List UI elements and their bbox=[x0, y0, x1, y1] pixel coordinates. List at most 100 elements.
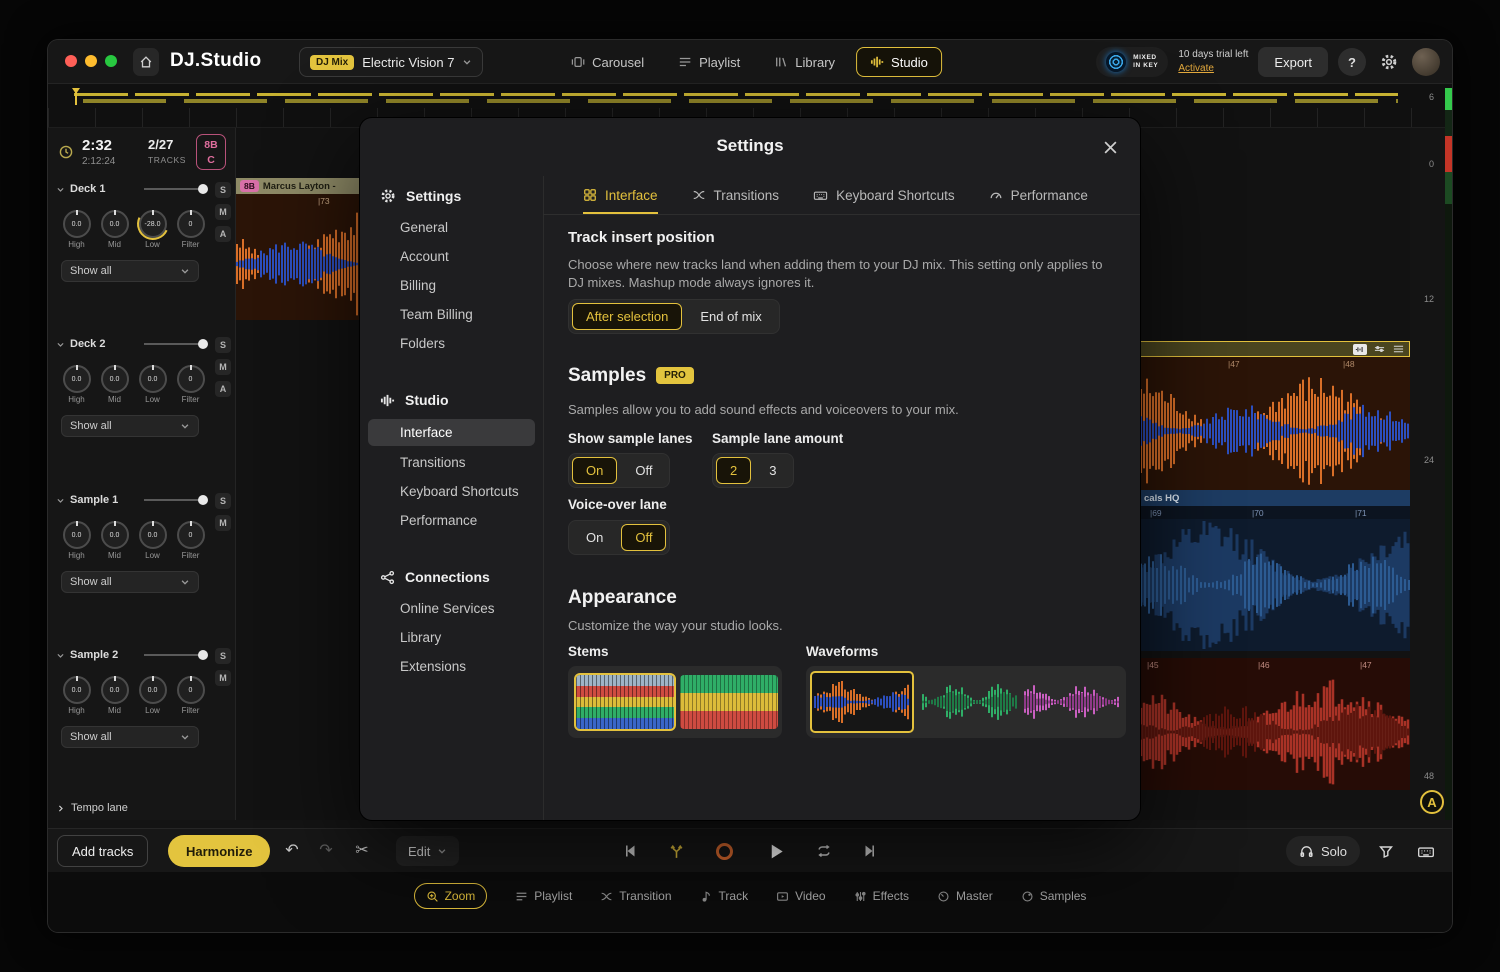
high-knob[interactable]: 0.0 bbox=[63, 521, 91, 549]
avatar[interactable] bbox=[1412, 48, 1440, 76]
nav-carousel[interactable]: Carousel bbox=[558, 47, 657, 77]
sample-lanes-on-option[interactable]: On bbox=[572, 457, 617, 484]
mute-button[interactable]: M bbox=[215, 670, 231, 686]
high-knob[interactable]: 0.0 bbox=[63, 365, 91, 393]
automation-button[interactable]: A bbox=[215, 381, 231, 397]
home-button[interactable] bbox=[133, 48, 159, 76]
transition-tab[interactable]: Transition bbox=[600, 889, 671, 903]
track-header-vocals[interactable]: cals HQ bbox=[1140, 490, 1410, 506]
project-selector[interactable]: DJ Mix Electric Vision 7 bbox=[299, 47, 483, 77]
lane-amount-3-option[interactable]: 3 bbox=[755, 457, 790, 484]
tab-keyboard-shortcuts[interactable]: Keyboard Shortcuts bbox=[813, 176, 955, 214]
end-of-mix-option[interactable]: End of mix bbox=[686, 303, 775, 330]
zoom-tab[interactable]: Zoom bbox=[414, 883, 488, 909]
filter-knob[interactable]: 0 bbox=[177, 521, 205, 549]
mid-knob[interactable]: 0.0 bbox=[101, 365, 129, 393]
close-window-button[interactable] bbox=[65, 55, 77, 67]
nav-studio[interactable]: Studio bbox=[856, 47, 942, 77]
lane-amount-2-option[interactable]: 2 bbox=[716, 457, 751, 484]
playhead[interactable] bbox=[75, 88, 77, 105]
sample-volume-slider[interactable] bbox=[144, 493, 208, 507]
low-knob[interactable]: -28.0 bbox=[139, 210, 167, 238]
tab-performance[interactable]: Performance bbox=[989, 176, 1088, 214]
skip-forward-button[interactable] bbox=[853, 835, 885, 867]
show-all-dropdown[interactable]: Show all bbox=[61, 726, 199, 748]
video-tab[interactable]: Video bbox=[776, 889, 825, 903]
low-knob[interactable]: 0.0 bbox=[139, 365, 167, 393]
waveform-option-orange[interactable] bbox=[810, 671, 914, 733]
mute-button[interactable]: M bbox=[215, 515, 231, 531]
edit-dropdown[interactable]: Edit bbox=[396, 836, 459, 866]
tab-transitions[interactable]: Transitions bbox=[692, 176, 780, 214]
mid-knob[interactable]: 0.0 bbox=[101, 210, 129, 238]
sidebar-item-library[interactable]: Library bbox=[360, 623, 543, 652]
cut-icon[interactable]: ✂ bbox=[350, 840, 374, 860]
solo-button[interactable]: S bbox=[215, 493, 231, 509]
waveform-option-pink[interactable] bbox=[1024, 679, 1120, 725]
sidebar-item-general[interactable]: General bbox=[360, 213, 543, 242]
activate-link[interactable]: Activate bbox=[1178, 63, 1214, 74]
stems-option-blended[interactable] bbox=[680, 675, 778, 729]
close-icon[interactable] bbox=[1098, 135, 1122, 159]
sidebar-item-billing[interactable]: Billing bbox=[360, 271, 543, 300]
solo-button[interactable]: S bbox=[215, 182, 231, 198]
filter-knob[interactable]: 0 bbox=[177, 676, 205, 704]
effects-tab[interactable]: Effects bbox=[854, 889, 909, 903]
track-header-marcus-layton[interactable]: 8B Marcus Layton - bbox=[236, 178, 360, 194]
sidebar-item-interface[interactable]: Interface bbox=[368, 419, 535, 446]
waveform-view-icon[interactable] bbox=[1353, 344, 1367, 355]
stems-option-colored[interactable] bbox=[576, 675, 674, 729]
show-all-dropdown[interactable]: Show all bbox=[61, 571, 199, 593]
sidebar-item-keyboard-shortcuts[interactable]: Keyboard Shortcuts bbox=[360, 477, 543, 506]
deck-2-header[interactable]: Deck 2 bbox=[56, 337, 208, 351]
maximize-window-button[interactable] bbox=[105, 55, 117, 67]
filter-knob[interactable]: 0 bbox=[177, 365, 205, 393]
track-tab[interactable]: Track bbox=[700, 889, 749, 903]
high-knob[interactable]: 0.0 bbox=[63, 210, 91, 238]
minimize-window-button[interactable] bbox=[85, 55, 97, 67]
mid-knob[interactable]: 0.0 bbox=[101, 676, 129, 704]
deck-volume-slider[interactable] bbox=[144, 337, 208, 351]
sample-volume-slider[interactable] bbox=[144, 648, 208, 662]
harmonize-button[interactable]: Harmonize bbox=[168, 835, 270, 867]
mute-button[interactable]: M bbox=[215, 204, 231, 220]
solo-button[interactable]: S bbox=[215, 337, 231, 353]
deck-volume-slider[interactable] bbox=[144, 182, 208, 196]
show-all-dropdown[interactable]: Show all bbox=[61, 260, 199, 282]
solo-headphones-button[interactable]: Solo bbox=[1286, 836, 1360, 866]
redo-icon[interactable]: ↷ bbox=[314, 840, 338, 860]
sample-1-header[interactable]: Sample 1 bbox=[56, 493, 208, 507]
track-header-selected[interactable] bbox=[1140, 341, 1410, 357]
sidebar-item-account[interactable]: Account bbox=[360, 242, 543, 271]
nav-playlist[interactable]: Playlist bbox=[665, 47, 753, 77]
low-knob[interactable]: 0.0 bbox=[139, 676, 167, 704]
voice-over-on-option[interactable]: On bbox=[572, 524, 617, 551]
sample-lanes-off-option[interactable]: Off bbox=[621, 457, 666, 484]
sidebar-item-online-services[interactable]: Online Services bbox=[360, 594, 543, 623]
add-tracks-button[interactable]: Add tracks bbox=[57, 835, 148, 867]
autopilot-button[interactable]: A bbox=[1420, 790, 1444, 814]
master-tab[interactable]: Master bbox=[937, 889, 993, 903]
lane-toggle-icon[interactable] bbox=[1372, 344, 1386, 355]
show-all-dropdown[interactable]: Show all bbox=[61, 415, 199, 437]
automation-button[interactable]: A bbox=[215, 226, 231, 242]
low-knob[interactable]: 0.0 bbox=[139, 521, 167, 549]
sidebar-item-folders[interactable]: Folders bbox=[360, 329, 543, 358]
sidebar-item-extensions[interactable]: Extensions bbox=[360, 652, 543, 681]
tempo-lane-toggle[interactable]: Tempo lane bbox=[56, 802, 128, 814]
sidebar-item-transitions[interactable]: Transitions bbox=[360, 448, 543, 477]
filter-funnel-button[interactable] bbox=[1370, 836, 1402, 868]
play-button[interactable] bbox=[760, 835, 792, 867]
nav-library[interactable]: Library bbox=[761, 47, 848, 77]
deck-1-header[interactable]: Deck 1 bbox=[56, 182, 208, 196]
undo-icon[interactable]: ↶ bbox=[280, 840, 304, 860]
loop-button[interactable] bbox=[808, 835, 840, 867]
track-menu-icon[interactable] bbox=[1391, 344, 1405, 355]
sidebar-item-team-billing[interactable]: Team Billing bbox=[360, 300, 543, 329]
after-selection-option[interactable]: After selection bbox=[572, 303, 682, 330]
mid-knob[interactable]: 0.0 bbox=[101, 521, 129, 549]
playlist-tab[interactable]: Playlist bbox=[515, 889, 572, 903]
high-knob[interactable]: 0.0 bbox=[63, 676, 91, 704]
automix-button[interactable] bbox=[660, 835, 692, 867]
skip-back-button[interactable] bbox=[615, 835, 647, 867]
